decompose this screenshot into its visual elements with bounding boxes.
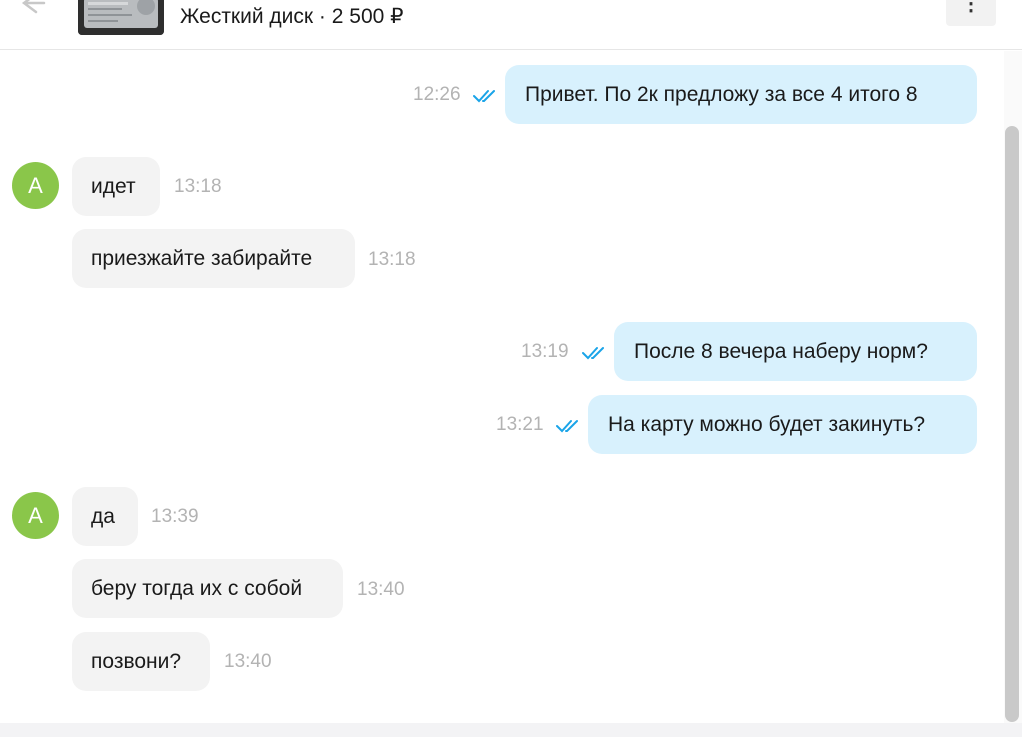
message-text: На карту можно будет закинуть? [608,413,926,436]
message-time: 13:18 [368,249,416,270]
message-time: 13:40 [224,651,272,672]
message-bubble-incoming[interactable]: да [72,487,138,546]
message-bubble-outgoing[interactable]: После 8 вечера наберу норм? [614,322,977,381]
message-text: позвони? [91,650,182,673]
message-text: приезжайте забирайте [91,247,313,270]
message-time: 13:40 [357,579,405,600]
message-bubble-incoming[interactable]: идет [72,157,160,216]
message-list [0,51,1004,723]
more-menu-button[interactable]: ⋮ [946,0,996,26]
read-check-icon [582,347,604,360]
chat-header: Жесткий диск · 2 500 ₽ ⋮ [0,0,1022,50]
message-time: 13:21 [496,414,544,435]
scrollbar-thumb[interactable] [1005,126,1019,722]
message-text: идет [91,175,136,198]
read-check-icon [556,420,578,433]
message-bubble-outgoing[interactable]: Привет. По 2к предложу за все 4 итого 8 [505,65,977,124]
message-time: 12:26 [413,84,461,105]
message-text: да [91,505,115,528]
product-title[interactable]: Жесткий диск · 2 500 ₽ [180,4,404,30]
avatar[interactable]: A [12,162,59,209]
message-text: После 8 вечера наберу норм? [634,340,928,363]
product-thumbnail[interactable] [78,0,164,35]
more-vertical-icon: ⋮ [961,0,981,15]
message-bubble-incoming[interactable]: приезжайте забирайте [72,229,355,288]
message-text: Привет. По 2к предложу за все 4 итого 8 [525,83,918,106]
message-time: 13:19 [521,341,569,362]
composer-area-edge [0,723,1022,737]
back-arrow-icon[interactable] [14,0,48,20]
message-bubble-incoming[interactable]: позвони? [72,632,210,691]
message-time: 13:39 [151,506,199,527]
message-text: беру тогда их с собой [91,577,303,600]
message-bubble-incoming[interactable]: беру тогда их с собой [72,559,343,618]
message-time: 13:18 [174,176,222,197]
message-bubble-outgoing[interactable]: На карту можно будет закинуть? [588,395,977,454]
read-check-icon [473,90,495,103]
avatar[interactable]: A [12,492,59,539]
